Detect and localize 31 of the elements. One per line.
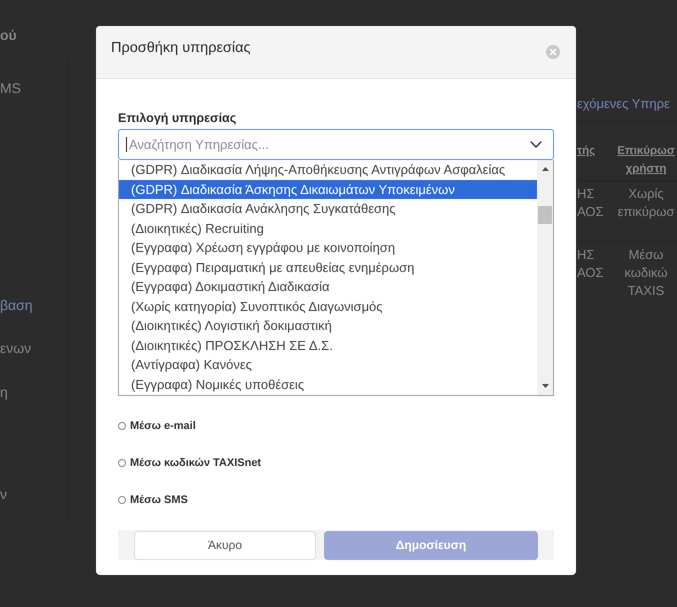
table-cell-text: Μέσω κωδικώ TAXIS xyxy=(623,246,669,300)
table-cell-text: ΗΣ ΑΟΣ xyxy=(577,185,605,221)
radio-label: Μέσω SMS xyxy=(130,492,188,508)
dialog-title: Προσθήκη υπηρεσίας xyxy=(111,39,250,58)
sidebar-item[interactable]: ν xyxy=(0,484,7,504)
table-cell-text: ΗΣ ΑΟΣ xyxy=(577,246,605,282)
sidebar-item[interactable]: βαση xyxy=(0,295,33,315)
close-icon xyxy=(546,45,560,59)
scrollbar-thumb[interactable] xyxy=(538,206,552,224)
dropdown-option[interactable]: (GDPR) Διαδικασία Άσκησης Δικαιωμάτων Υποκειμένων xyxy=(119,180,537,199)
sidebar-item[interactable]: ενων xyxy=(0,338,32,358)
cancel-button[interactable]: Άκυρο xyxy=(134,530,316,560)
text-cursor-icon xyxy=(126,137,127,152)
search-field[interactable]: Αναζήτηση Υπηρεσίας... xyxy=(118,129,554,160)
tab[interactable]: εχόμενες Υπηρε xyxy=(577,96,670,111)
column-header[interactable]: τής xyxy=(577,142,615,160)
sidebar-item[interactable]: η xyxy=(0,382,8,402)
field-label: Επιλογή υπηρεσίας xyxy=(118,110,238,126)
scroll-up-arrow-icon xyxy=(542,167,548,171)
sidebar-item[interactable]: MS xyxy=(0,78,21,98)
radio-button[interactable] xyxy=(118,496,126,504)
radio-label: Μέσω e-mail xyxy=(130,418,196,434)
scrollbar[interactable] xyxy=(537,160,553,395)
column-header[interactable]: Επικύρωσ χρήστη xyxy=(615,142,677,178)
table-cell-text: Χωρίς επικύρωσ xyxy=(616,185,676,221)
chevron-down-icon xyxy=(530,141,542,148)
radio-button[interactable] xyxy=(118,459,126,467)
radio-button[interactable] xyxy=(118,422,126,430)
sidebar-title: ού xyxy=(0,26,18,44)
scroll-down-arrow-icon xyxy=(542,384,548,388)
radio-label: Μέσω κωδικών TAXISnet xyxy=(130,456,262,471)
